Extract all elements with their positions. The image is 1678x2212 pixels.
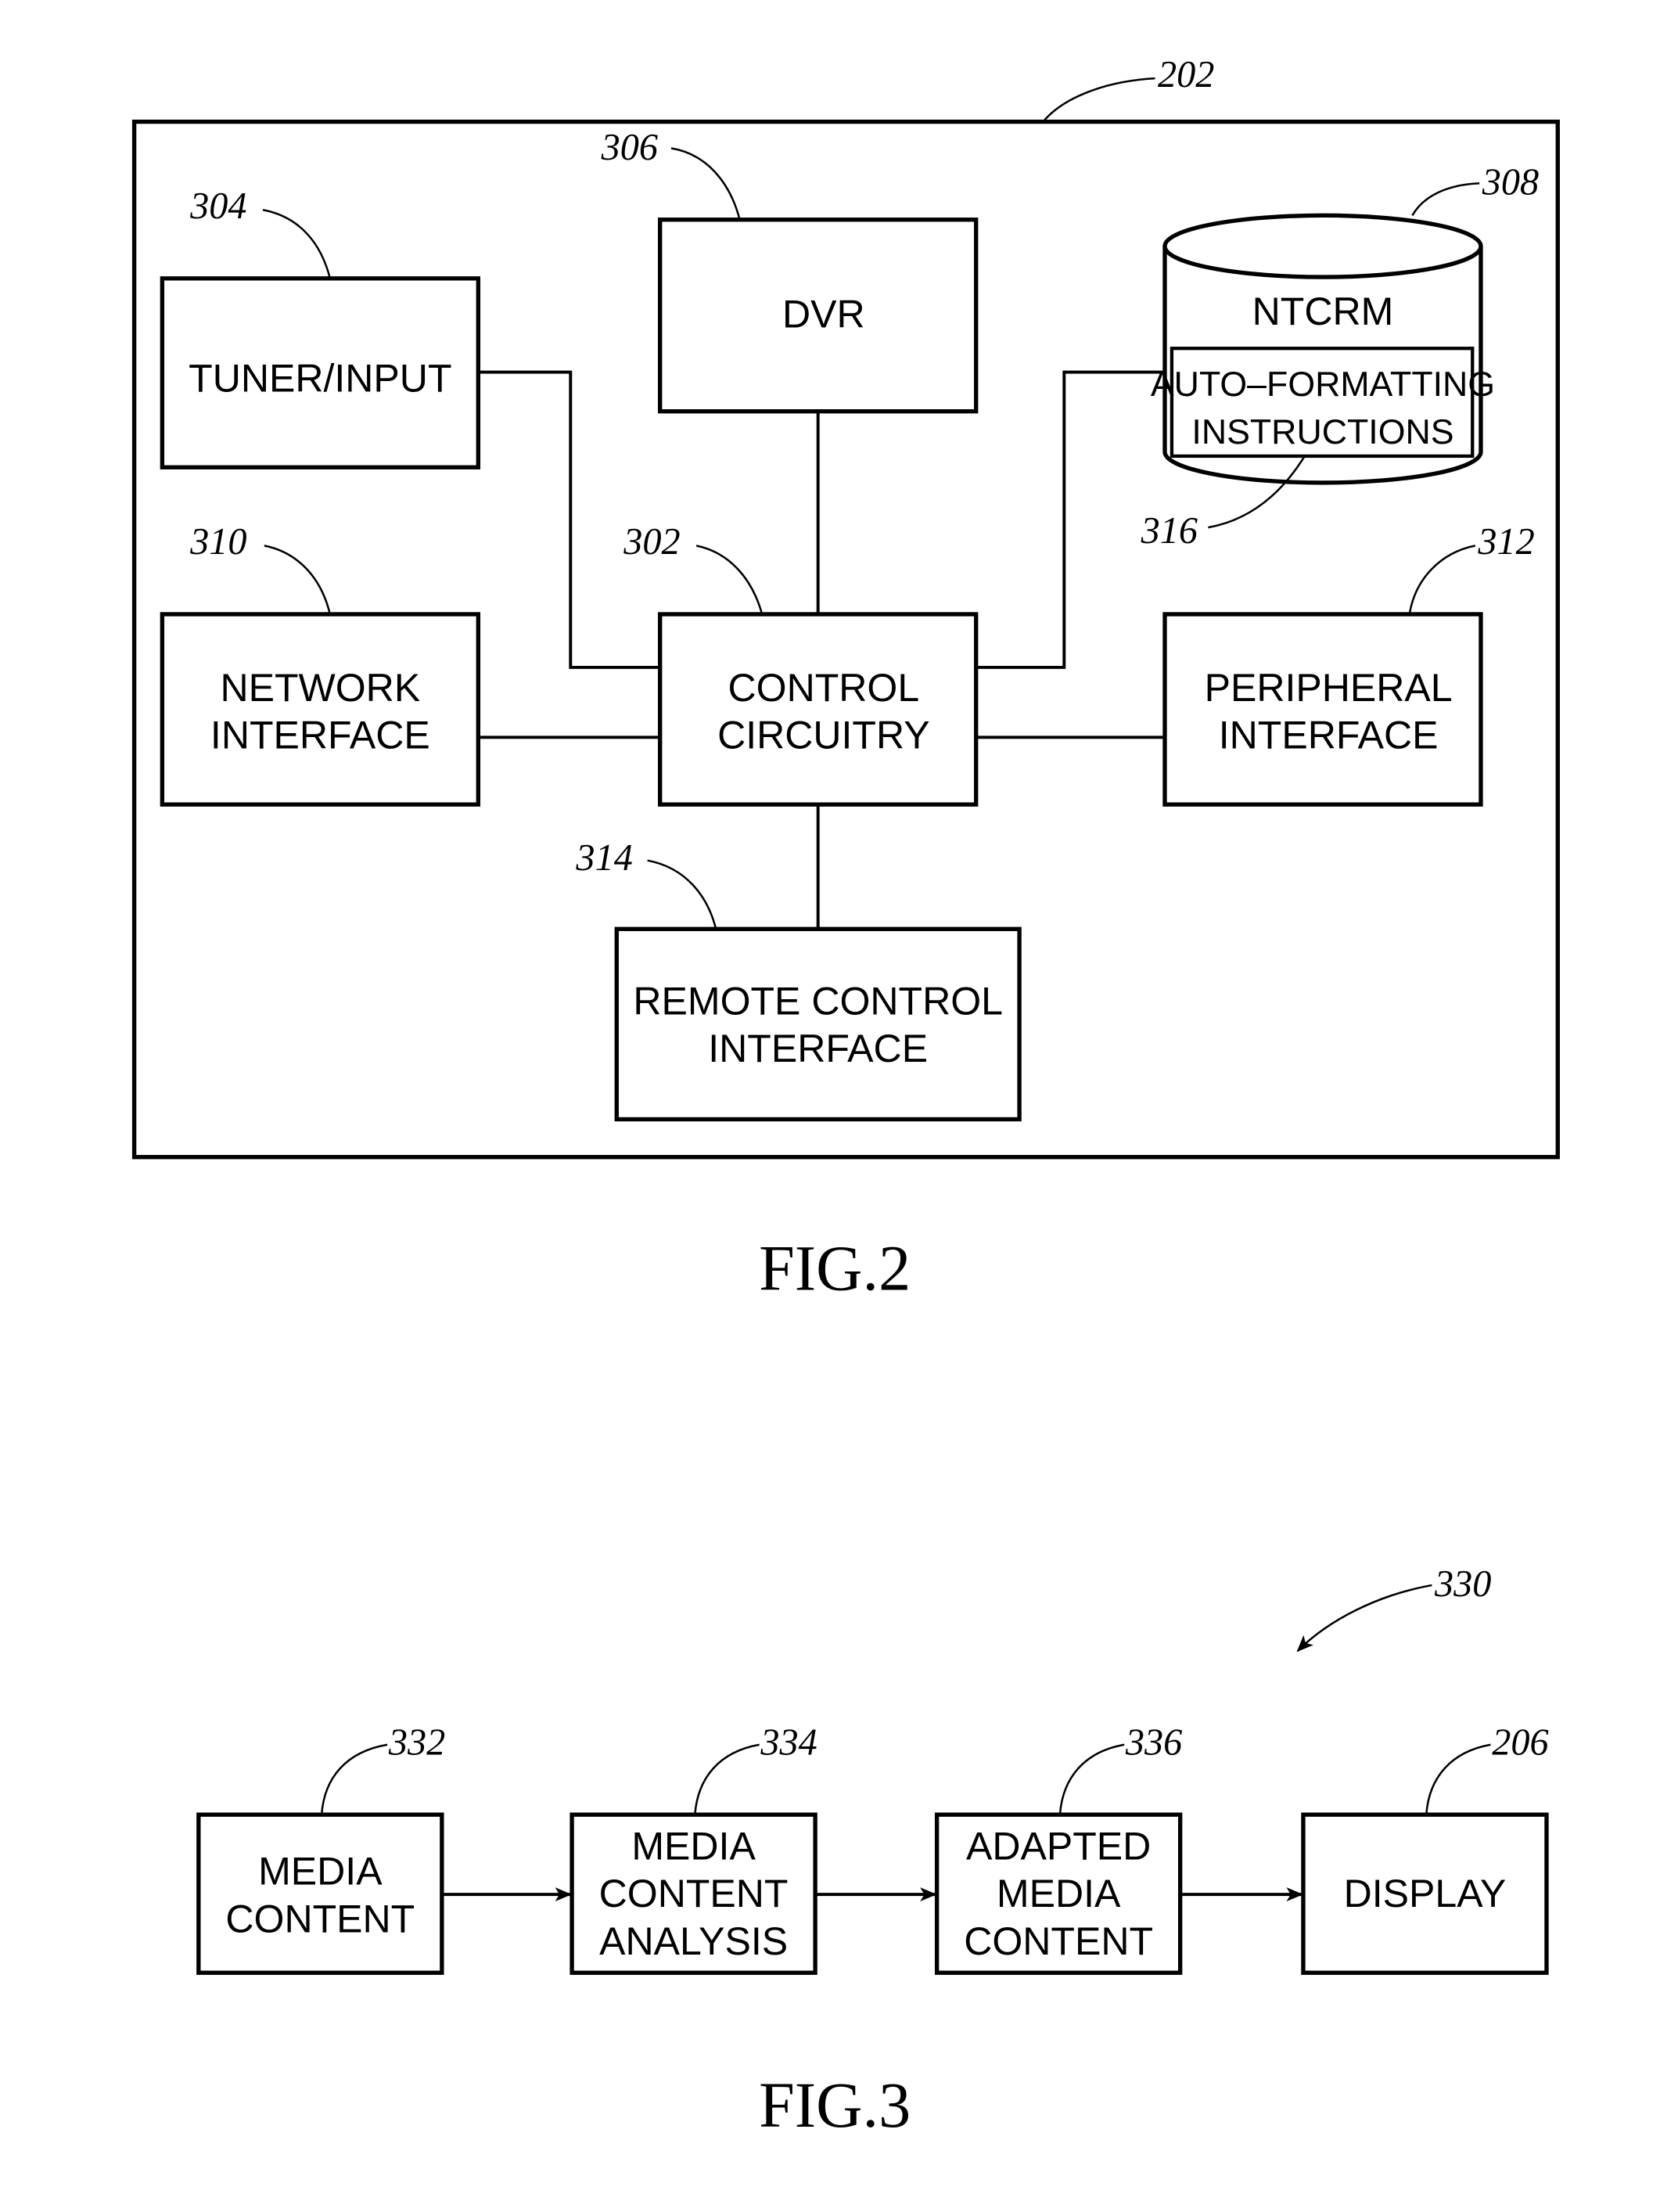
ref-334: 334 [760,1721,817,1763]
ref-206: 206 [1492,1721,1548,1763]
adapted-label-line3: CONTENT [964,1919,1153,1963]
leader-332 [320,1743,388,1815]
figure-2: 202 TUNER/INPUT 304 DVR 306 NTCRM 308 AU… [131,54,1560,1304]
ref-306: 306 [601,127,658,168]
auto-formatting-label-line1: AUTO–FORMATTING [1151,365,1495,404]
ref-202: 202 [1158,54,1214,95]
peripheral-interface-label-line2: INTERFACE [1219,714,1439,757]
ref-312: 312 [1477,521,1534,563]
analysis-label-line2: CONTENT [599,1872,789,1915]
leader-330 [1296,1584,1432,1653]
display-label: DISPLAY [1344,1872,1507,1915]
media-content-block [196,1812,444,1975]
ref-310: 310 [189,521,246,563]
leader-336 [1058,1743,1125,1815]
adapted-label-line1: ADAPTED [966,1824,1151,1868]
leader-202 [1042,77,1155,123]
tuner-input-label: TUNER/INPUT [189,357,451,401]
ref-336: 336 [1125,1721,1182,1763]
ref-332: 332 [388,1721,445,1763]
network-interface-label-line1: NETWORK [220,666,420,710]
patent-drawing-sheet: 202 TUNER/INPUT 304 DVR 306 NTCRM 308 AU… [131,54,1560,2141]
remote-control-label-line1: REMOTE CONTROL [633,979,1003,1023]
ref-304: 304 [189,185,246,227]
ntcrm-label: NTCRM [1252,290,1394,333]
figure-2-caption: FIG.2 [759,1233,911,1304]
remote-control-interface-block [614,926,1022,1122]
dvr-label: DVR [782,292,865,336]
ref-302: 302 [623,521,680,563]
figure-3-caption: FIG.3 [759,2070,911,2141]
media-content-label-line2: CONTENT [225,1897,415,1940]
ref-314: 314 [575,837,632,879]
ref-316: 316 [1141,510,1198,552]
figure-3: 330 MEDIA CONTENT 332 MEDIA CONTENT ANAL… [196,1563,1549,2141]
ref-308: 308 [1482,162,1539,203]
analysis-label-line1: MEDIA [631,1824,756,1868]
leader-206 [1425,1743,1491,1815]
adapted-label-line2: MEDIA [997,1872,1121,1915]
control-circuitry-label-line2: CIRCUITRY [717,714,930,757]
leader-334 [694,1743,760,1815]
control-circuitry-label-line1: CONTROL [728,666,920,710]
network-interface-label-line2: INTERFACE [210,714,430,757]
analysis-label-line3: ANALYSIS [599,1919,788,1963]
media-content-label-line1: MEDIA [258,1850,383,1894]
ref-330: 330 [1434,1563,1491,1605]
peripheral-interface-label-line1: PERIPHERAL [1205,666,1453,710]
auto-formatting-label-line2: INSTRUCTIONS [1191,413,1453,451]
remote-control-label-line2: INTERFACE [708,1027,928,1070]
